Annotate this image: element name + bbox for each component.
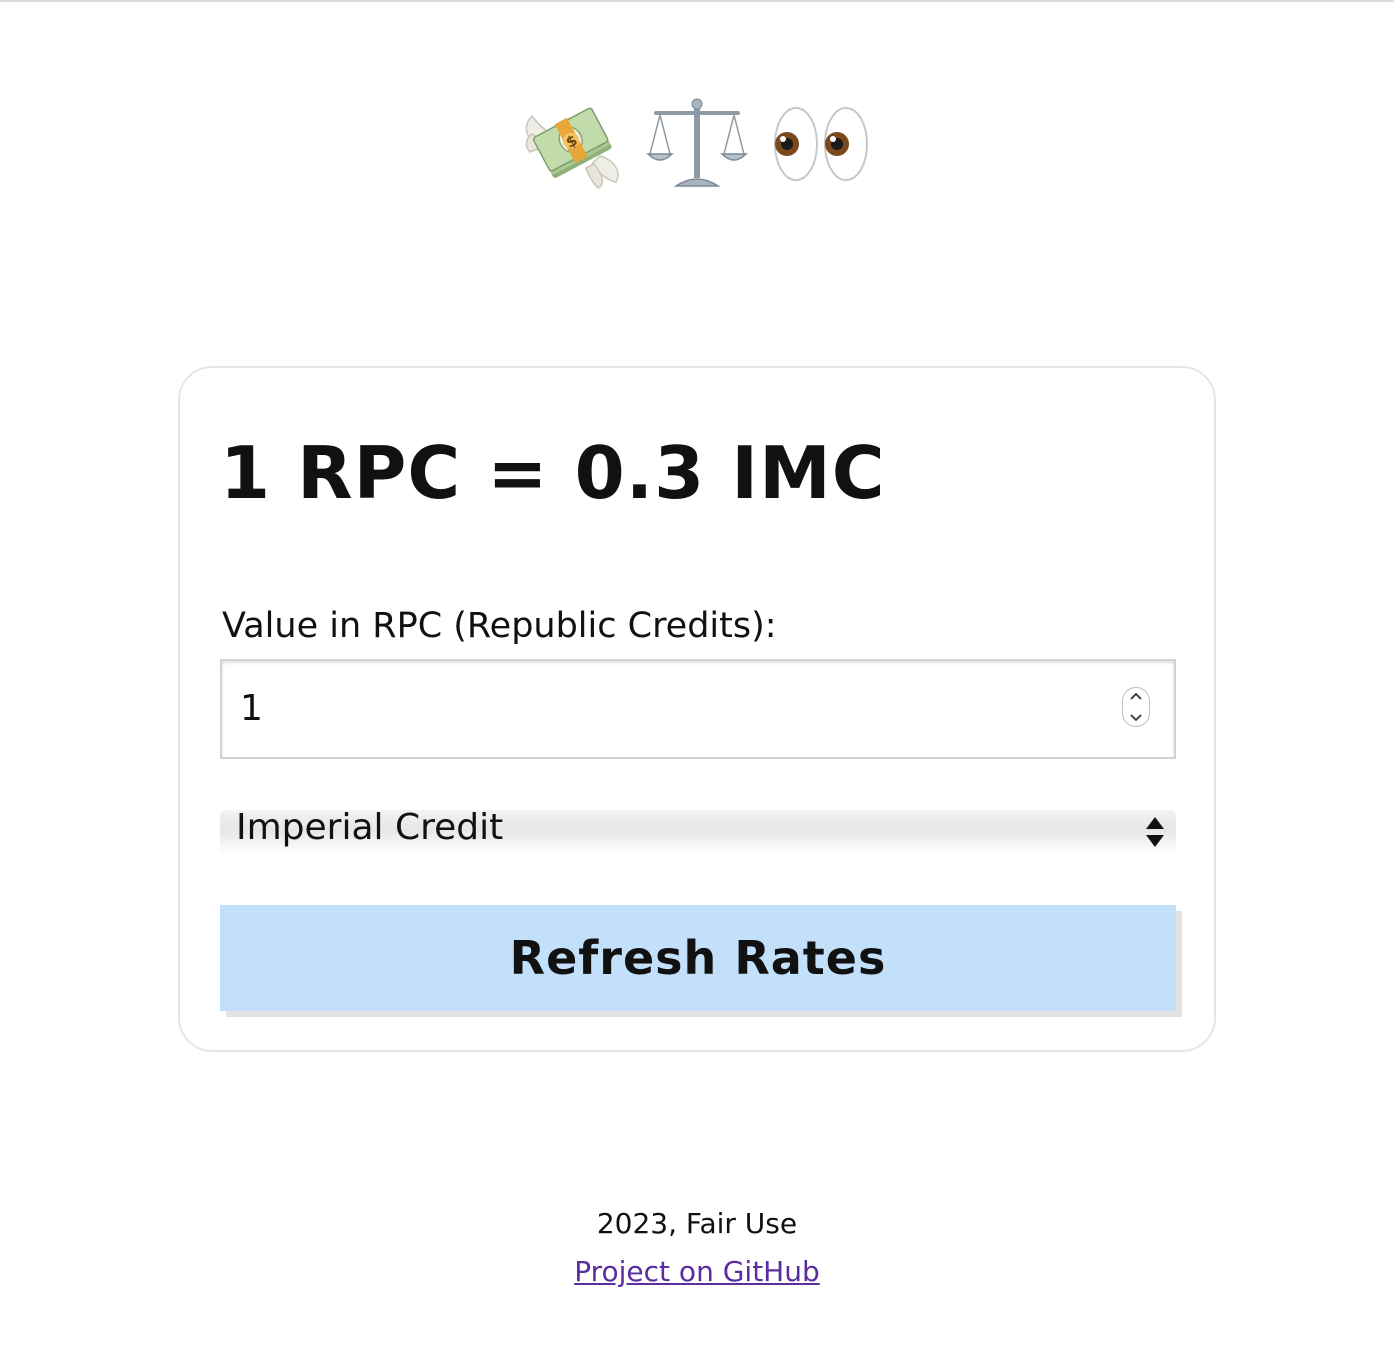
money-with-wings-icon: $ [525, 107, 619, 189]
chevron-up-icon[interactable] [1129, 691, 1143, 701]
page: $ 1 RPC = 0.3 IMC Value in RPC (Republic… [0, 0, 1394, 1372]
refresh-rates-button[interactable]: Refresh Rates [220, 905, 1176, 1011]
balance-scale-icon [646, 98, 748, 187]
footer: 2023, Fair Use Project on GitHub [0, 1204, 1394, 1292]
selected-currency: Imperial Credit [236, 807, 504, 848]
converter-card: 1 RPC = 0.3 IMC Value in RPC (Republic C… [178, 366, 1216, 1052]
amount-stepper[interactable] [1122, 687, 1150, 727]
value-label: Value in RPC (Republic Credits): [222, 606, 777, 646]
footer-copyright: 2023, Fair Use [596, 1207, 798, 1240]
select-arrows-icon [1146, 817, 1164, 847]
currency-select[interactable]: Imperial Credit [220, 807, 1176, 854]
chevron-down-icon[interactable] [1129, 713, 1143, 723]
amount-input[interactable] [240, 683, 1100, 735]
eyes-icon [774, 107, 868, 181]
emoji-header: $ [0, 94, 1394, 194]
github-link[interactable]: Project on GitHub [574, 1252, 820, 1292]
refresh-container: Refresh Rates [220, 905, 1182, 1017]
amount-field [220, 659, 1176, 759]
exchange-rate-heading: 1 RPC = 0.3 IMC [220, 431, 886, 515]
